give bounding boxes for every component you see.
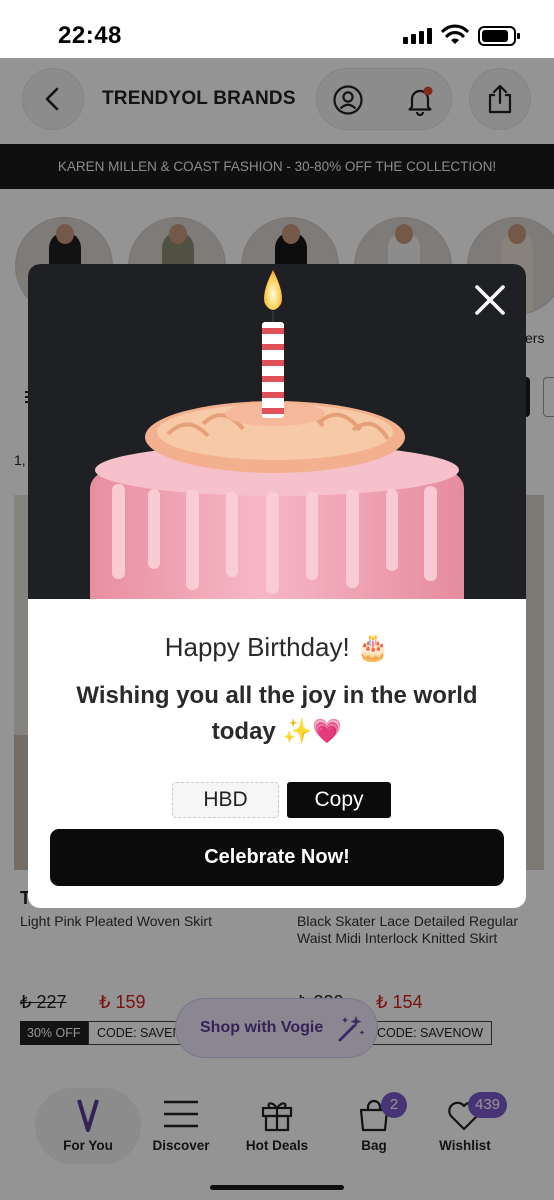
modal-title: Happy Birthday! 🎂 bbox=[164, 632, 390, 662]
cake-illustration bbox=[90, 270, 464, 599]
status-bar: 22:48 bbox=[0, 0, 554, 58]
birthday-popup: Happy Birthday! 🎂 Wishing you all the jo… bbox=[28, 264, 526, 908]
coupon-code: HBD bbox=[172, 782, 279, 818]
close-icon bbox=[475, 285, 505, 315]
close-button[interactable] bbox=[468, 278, 512, 322]
copy-code-button[interactable]: Copy bbox=[287, 782, 391, 818]
birthday-cake-image bbox=[28, 264, 526, 599]
modal-subtitle: Wishing you all the joy in the world tod… bbox=[76, 682, 478, 745]
cellular-signal-icon bbox=[403, 28, 432, 44]
status-time: 22:48 bbox=[58, 22, 122, 49]
wifi-icon bbox=[441, 24, 469, 44]
battery-icon bbox=[478, 26, 520, 46]
celebrate-now-button[interactable]: Celebrate Now! bbox=[50, 829, 504, 886]
